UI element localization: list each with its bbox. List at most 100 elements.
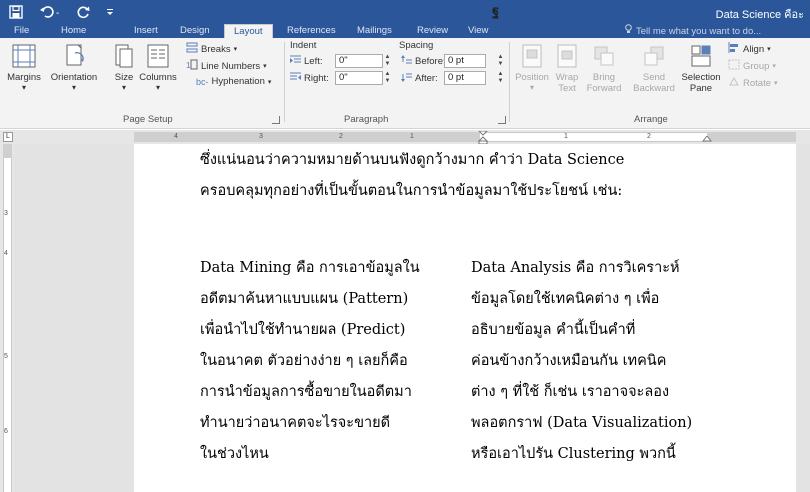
align-button[interactable]: Align ▾	[728, 42, 771, 56]
save-icon[interactable]	[6, 3, 26, 21]
spacing-after-icon	[401, 72, 412, 85]
rotate-button[interactable]: Rotate ▾	[728, 76, 778, 90]
orientation-button[interactable]: Orientation ▾	[46, 40, 102, 100]
breaks-label: Breaks	[201, 43, 231, 55]
tab-insert[interactable]: Insert	[134, 24, 158, 38]
right-column-line: ค่อนข้างกว้างเหมือนกัน เทคนิค	[471, 353, 667, 369]
align-icon	[728, 42, 740, 56]
line-numbers-label: Line Numbers	[201, 60, 261, 72]
position-button[interactable]: Position ▾	[512, 40, 552, 100]
breaks-button[interactable]: Breaks ▾	[186, 42, 237, 56]
hyphenation-button[interactable]: bc- Hyphenation ▾	[196, 76, 271, 87]
group-icon	[728, 59, 740, 73]
group-label: Group	[743, 60, 770, 72]
columns-dropdown-icon: ▾	[155, 83, 160, 92]
left-column-line: การนำข้อมูลการซื้อขายในอดีตมา	[200, 384, 412, 400]
group-button[interactable]: Group ▾	[728, 59, 776, 73]
selection-pane-label-2: Pane	[689, 83, 713, 94]
right-column-line: อธิบายข้อมูล คำนี้เป็นคำที่	[471, 322, 636, 338]
spacing-before-spinner-icon[interactable]: ▲ ▼	[497, 54, 504, 68]
orientation-icon	[66, 44, 84, 66]
left-column-line: เพื่อนำไปใช้ทำนายผล (Predict)	[200, 322, 406, 338]
right-column-line: หรือเอาไปรัน Clustering พวกนี้	[471, 446, 676, 462]
bring-forward-button[interactable]: Bring Forward	[582, 40, 626, 100]
position-icon	[522, 44, 542, 68]
size-dropdown-icon: ▾	[121, 83, 126, 92]
vertical-ruler-bar	[3, 144, 12, 492]
position-label: Position	[515, 72, 549, 83]
ruler-tick: 2	[647, 133, 651, 140]
customize-qat-icon[interactable]	[100, 3, 120, 21]
spacing-after-spinner-icon[interactable]: ▲ ▼	[497, 71, 504, 85]
indent-left-icon	[290, 55, 301, 68]
indent-left-label: Left:	[290, 55, 323, 68]
vertical-ruler[interactable]: 3 4 5 6	[0, 144, 14, 492]
spacing-before-label: Before:	[401, 55, 446, 68]
tab-home[interactable]: Home	[61, 24, 86, 38]
indent-right-label: Right:	[290, 72, 329, 85]
wrap-text-label-1: Wrap	[555, 72, 579, 83]
tab-view[interactable]: View	[468, 24, 488, 38]
orientation-label: Orientation	[50, 72, 98, 83]
vertical-ruler-tick: 5	[4, 353, 8, 360]
tab-mailings[interactable]: Mailings	[357, 24, 392, 38]
indent-right-icon	[290, 72, 301, 85]
hyphenation-icon: bc-	[196, 76, 209, 87]
ruler-tick: 1	[564, 133, 568, 140]
ribbon-tab-bar: File Home Insert Design Layout Reference…	[0, 24, 810, 39]
selection-pane-icon	[691, 45, 711, 67]
paragraph-dialog-launcher-icon[interactable]	[498, 116, 506, 124]
size-icon	[115, 44, 133, 68]
hyphenation-label: Hyphenation	[211, 76, 265, 87]
left-column-line: Data Mining คือ การเอาข้อมูลใน	[200, 260, 420, 276]
spacing-before-input[interactable]: 0 pt	[444, 54, 486, 68]
send-backward-icon	[644, 46, 664, 66]
tab-design[interactable]: Design	[180, 24, 210, 38]
tab-selector-icon[interactable]: L	[3, 132, 13, 142]
tab-file[interactable]: File	[14, 24, 29, 38]
selection-pane-button[interactable]: Selection Pane	[680, 40, 722, 100]
ruler-tick: 1	[410, 133, 414, 140]
margins-label: Margins	[7, 72, 41, 83]
spacing-after-input[interactable]: 0 pt	[444, 71, 486, 85]
left-column-line: ทำนายว่าอนาคตจะไรจะขายดี	[200, 415, 391, 431]
indent-right-spinner-icon[interactable]: ▲ ▼	[384, 71, 391, 85]
tell-me-text: Tell me what you want to do...	[636, 26, 762, 37]
tab-layout[interactable]: Layout	[224, 24, 273, 39]
indent-right-input[interactable]: 0"	[335, 71, 383, 85]
size-label: Size	[114, 72, 134, 83]
page-setup-dialog-launcher-icon[interactable]	[272, 116, 280, 124]
tab-references[interactable]: References	[287, 24, 336, 38]
tab-review[interactable]: Review	[417, 24, 448, 38]
vertical-ruler-tick: 6	[4, 428, 8, 435]
intro-line-2: ครอบคลุมทุกอย่างที่เป็นขั้นตอนในการนำข้อ…	[200, 183, 623, 199]
document-page[interactable]: ซึ่งแน่นอนว่าความหมายด้านบนฟังดูกว้างมาก…	[134, 144, 796, 492]
intro-line-1: ซึ่งแน่นอนว่าความหมายด้านบนฟังดูกว้างมาก…	[200, 152, 625, 168]
vertical-ruler-top-margin	[3, 144, 12, 158]
group-separator	[509, 42, 510, 122]
indent-left-input[interactable]: 0"	[335, 54, 383, 68]
size-button[interactable]: Size ▾	[110, 40, 138, 100]
group-separator	[284, 42, 285, 122]
indent-heading: Indent	[290, 40, 317, 51]
line-numbers-icon: 1	[186, 59, 198, 73]
horizontal-ruler[interactable]: L 4 3 2 1 1 2	[0, 130, 810, 145]
redo-icon[interactable]	[74, 3, 94, 21]
ruler-left-margin	[134, 132, 480, 142]
tell-me-box[interactable]: Tell me what you want to do...	[625, 24, 761, 38]
svg-text:-: -	[56, 8, 59, 19]
wrap-text-button[interactable]: Wrap Text	[552, 40, 582, 100]
paragraph-group-label: Paragraph	[344, 114, 389, 125]
undo-icon[interactable]: -	[38, 3, 68, 21]
send-backward-button[interactable]: Send Backward	[630, 40, 678, 100]
indent-left-spinner-icon[interactable]: ▲ ▼	[384, 54, 391, 68]
selection-pane-label-1: Selection	[681, 72, 721, 83]
columns-button[interactable]: Columns ▾	[136, 40, 180, 100]
svg-text:1: 1	[186, 61, 191, 70]
arrange-group-label: Arrange	[634, 114, 668, 125]
line-numbers-button[interactable]: 1 Line Numbers ▾	[186, 59, 267, 73]
lightbulb-icon	[625, 24, 632, 38]
margins-button[interactable]: Margins ▾	[2, 40, 46, 100]
bring-forward-label-2: Forward	[586, 83, 622, 94]
bring-forward-icon	[594, 46, 614, 66]
